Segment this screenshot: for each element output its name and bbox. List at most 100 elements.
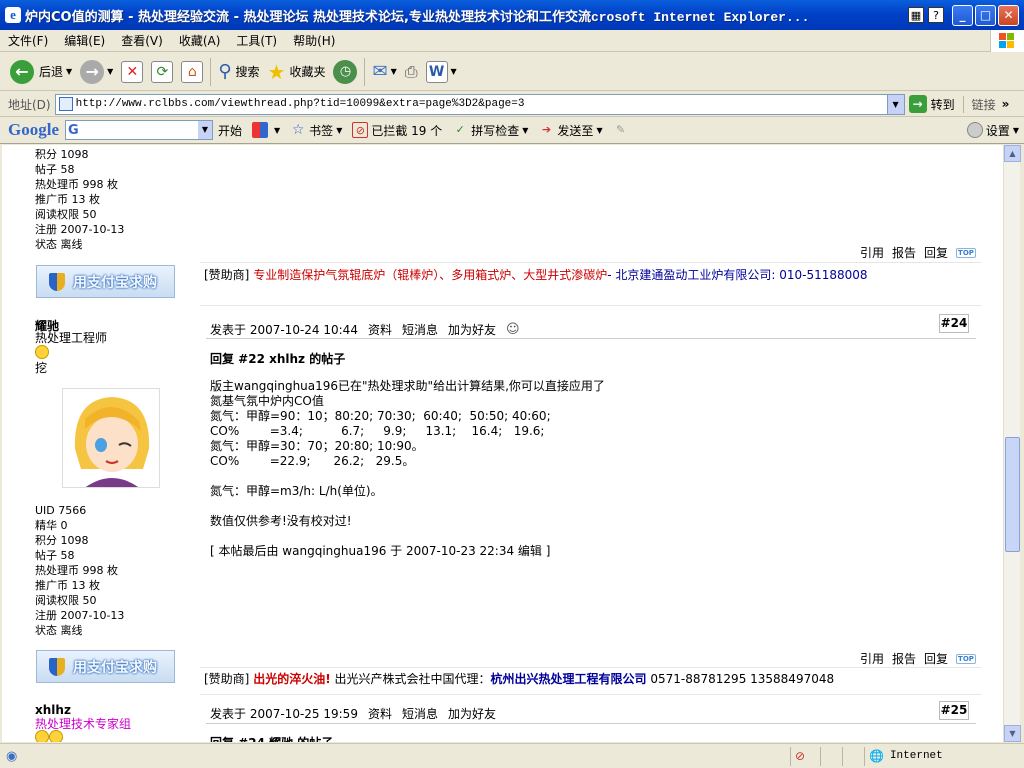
gear-icon: [966, 122, 983, 138]
mail-button[interactable]: ✉ ▼: [368, 56, 400, 88]
user-online-icon: ☺: [506, 322, 520, 337]
printer-icon: ⎙: [404, 61, 418, 81]
author-status-word: 挖: [35, 361, 48, 375]
help-icon[interactable]: ?: [928, 7, 944, 23]
star-outline-icon: ☆: [291, 122, 305, 138]
status-bar: ◉ ⊘ 🌐 Internet: [0, 743, 1024, 768]
post-date: 发表于 2007-10-24 10:44: [210, 323, 358, 337]
highlight-button[interactable]: ✎: [608, 122, 637, 138]
quote-link[interactable]: 引用: [860, 244, 884, 261]
post-subject: 回复 #22 xhlhz 的帖子: [210, 352, 346, 366]
google-logo[interactable]: Google: [8, 120, 59, 140]
page-icon: [58, 97, 73, 111]
menu-favorites[interactable]: 收藏(A): [171, 32, 229, 49]
google-options-button[interactable]: ▼: [247, 122, 285, 138]
history-icon: ◷: [333, 59, 358, 84]
address-dropdown-icon[interactable]: ▼: [886, 94, 904, 114]
vertical-scrollbar[interactable]: ▲ ▼: [1003, 145, 1021, 742]
profile-link[interactable]: 资料: [368, 321, 392, 338]
reply-link[interactable]: 回复: [924, 244, 948, 261]
sponsor-banner-1: [赞助商] 专业制造保护气氛辊底炉（辊棒炉）、多用箱式炉、大型井式渗碳炉- 北京…: [204, 268, 868, 282]
shield-icon: [49, 272, 65, 291]
bookmarks-button[interactable]: ☆ 书签 ▼: [285, 122, 347, 139]
chevron-down-icon[interactable]: ▼: [107, 67, 113, 76]
scroll-up-icon[interactable]: ▲: [1004, 145, 1021, 162]
minimize-button[interactable]: _: [952, 4, 973, 26]
home-button[interactable]: ⌂: [177, 56, 207, 88]
word-icon: W: [425, 60, 448, 83]
message-link[interactable]: 短消息: [402, 321, 438, 338]
address-bar: 地址(D) http://www.rclbbs.com/viewthread.p…: [0, 92, 1024, 117]
post-number[interactable]: #24: [939, 314, 969, 333]
add-friend-link[interactable]: 加为好友: [448, 705, 496, 722]
tray-icon-1[interactable]: ▦: [908, 7, 924, 23]
message-link[interactable]: 短消息: [402, 705, 438, 722]
prev-post-actions: 引用 报告 回复 TOP: [860, 244, 976, 261]
back-button[interactable]: ← 后退 ▼: [6, 56, 76, 88]
smiley-icon: [35, 730, 63, 742]
spell-check-button[interactable]: ✓ 拼写检查 ▼: [447, 122, 533, 139]
print-button[interactable]: ⎙: [401, 56, 422, 88]
blocked-popup-icon[interactable]: ⊘: [790, 746, 820, 766]
add-friend-link[interactable]: 加为好友: [448, 321, 496, 338]
forward-button[interactable]: → ▼: [76, 56, 117, 88]
menu-tools[interactable]: 工具(T): [228, 32, 285, 49]
chevron-right-icon[interactable]: »: [1002, 97, 1010, 111]
favorites-button[interactable]: ★ 收藏夹: [264, 56, 330, 88]
menu-help[interactable]: 帮助(H): [285, 32, 343, 49]
shield-icon: [49, 657, 65, 676]
report-link[interactable]: 报告: [892, 244, 916, 261]
sponsor-company-link[interactable]: 杭州出兴热处理工程有限公司: [491, 672, 647, 686]
post-number[interactable]: #25: [939, 701, 969, 720]
windows-logo-icon: [990, 29, 1024, 52]
prev-user-stats: 积分 1098 帖子 58 热处理币 998 枚 推广币 13 枚 阅读权限 5…: [35, 148, 125, 251]
chevron-down-icon[interactable]: ▼: [198, 121, 212, 139]
chevron-down-icon[interactable]: ▼: [66, 67, 72, 76]
go-arrow-icon: →: [908, 95, 927, 113]
menu-file[interactable]: 文件(F): [0, 32, 56, 49]
report-link[interactable]: 报告: [892, 650, 916, 667]
google-start-button[interactable]: 开始: [213, 122, 247, 139]
sponsor-ad-text[interactable]: 专业制造保护气氛辊底炉（辊棒炉）、多用箱式炉、大型井式渗碳炉: [253, 268, 607, 282]
top-icon[interactable]: TOP: [956, 247, 976, 258]
chevron-down-icon[interactable]: ▼: [391, 67, 397, 76]
maximize-button[interactable]: □: [975, 4, 996, 26]
menu-view[interactable]: 查看(V): [113, 32, 171, 49]
google-toolbar: Google G ▼ 开始 ▼ ☆ 书签 ▼ ⊘ 已拦截 19 个 ✓ 拼写检查 ▼ ➔ 发…: [0, 117, 1024, 144]
go-button[interactable]: → 转到: [908, 95, 955, 113]
stop-button[interactable]: ✕: [117, 56, 147, 88]
post-header: 发表于 2007-10-24 10:44 资料 短消息 加为好友 ☺: [210, 321, 520, 338]
quote-link[interactable]: 引用: [860, 650, 884, 667]
address-input[interactable]: http://www.rclbbs.com/viewthread.php?tid…: [54, 93, 905, 115]
popup-blocker-button[interactable]: ⊘ 已拦截 19 个: [347, 122, 447, 139]
profile-link[interactable]: 资料: [368, 705, 392, 722]
links-button[interactable]: 链接: [962, 95, 996, 113]
window-title: 炉内CO值的测算 - 热处理经验交流 - 热处理论坛 热处理技术论坛,专业热处理…: [25, 9, 810, 25]
edit-button[interactable]: W ▼: [422, 56, 461, 88]
alipay-button[interactable]: 用支付宝求购: [36, 650, 175, 683]
chevron-down-icon[interactable]: ▼: [451, 67, 457, 76]
scroll-thumb[interactable]: [1005, 437, 1020, 552]
address-url[interactable]: http://www.rclbbs.com/viewthread.php?tid…: [76, 98, 887, 110]
avatar[interactable]: [62, 388, 160, 488]
reply-link[interactable]: 回复: [924, 650, 948, 667]
refresh-button[interactable]: ⟳: [147, 56, 177, 88]
history-button[interactable]: ◷: [329, 56, 361, 88]
top-icon[interactable]: TOP: [956, 653, 976, 664]
sponsor-ad-text[interactable]: 出光的淬火油!: [253, 672, 330, 686]
address-label: 地址(D): [8, 97, 51, 112]
sponsor-company-link[interactable]: - 北京建通盈动工业炉有限公司: 010-51188008: [607, 268, 867, 282]
menu-bar: 文件(F) 编辑(E) 查看(V) 收藏(A) 工具(T) 帮助(H): [0, 29, 1024, 52]
search-button[interactable]: ⚲ 搜索: [214, 56, 263, 88]
security-zone[interactable]: 🌐 Internet: [864, 746, 1024, 766]
scroll-down-icon[interactable]: ▼: [1004, 725, 1021, 742]
forward-arrow-icon: →: [80, 59, 105, 84]
alipay-button[interactable]: 用支付宝求购: [36, 265, 175, 298]
send-to-button[interactable]: ➔ 发送至 ▼: [533, 122, 607, 139]
refresh-icon: ⟳: [151, 60, 174, 83]
author-stats: UID 7566 精华 0 积分 1098 帖子 58 热处理币 998 枚 推…: [35, 504, 125, 637]
menu-edit[interactable]: 编辑(E): [56, 32, 113, 49]
settings-button[interactable]: 设置 ▼: [962, 122, 1024, 139]
google-search-input[interactable]: G ▼: [65, 120, 213, 140]
close-button[interactable]: ✕: [998, 4, 1019, 26]
